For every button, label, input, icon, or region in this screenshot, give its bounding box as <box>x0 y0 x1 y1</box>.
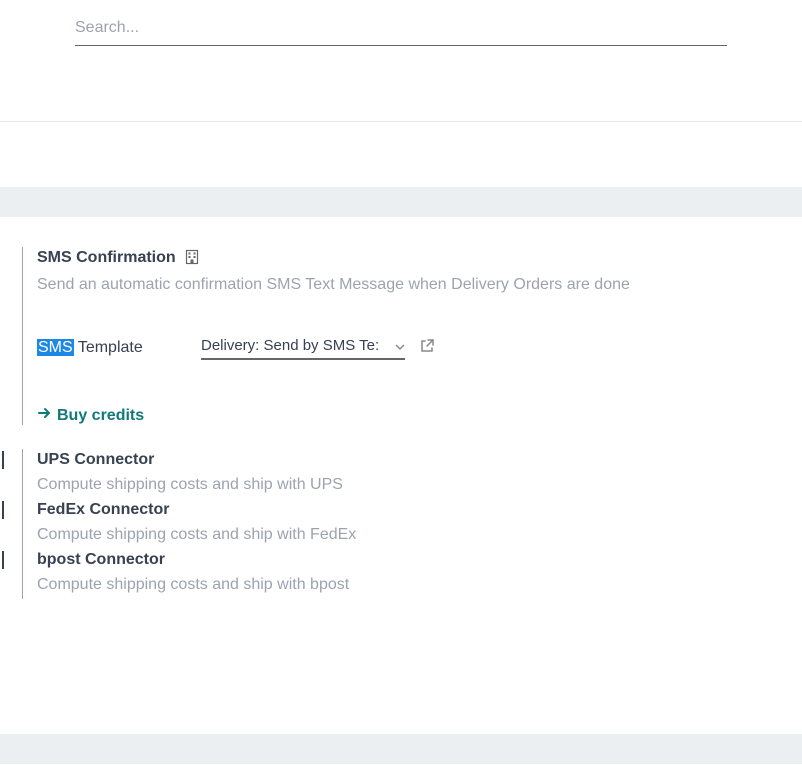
sms-template-label-text: Template <box>74 339 143 356</box>
sms-template-row: SMS Template Delivery: Send by SMS Te: <box>37 335 782 360</box>
active-indicator-bpost <box>2 551 4 569</box>
sms-template-value: Delivery: Send by SMS Te: <box>201 337 389 354</box>
setting-desc-sms: Send an automatic confirmation SMS Text … <box>37 273 782 297</box>
setting-title-ups: UPS Connector <box>37 451 154 468</box>
section-band <box>0 187 802 217</box>
active-indicator-fedex <box>2 501 4 519</box>
sms-template-select[interactable]: Delivery: Send by SMS Te: <box>201 335 405 360</box>
sms-template-label: SMS Template <box>37 339 201 357</box>
setting-title-fedex: FedEx Connector <box>37 501 169 518</box>
setting-fedex-connector: FedEx Connector Compute shipping costs a… <box>22 499 782 549</box>
buy-credits-label: Buy credits <box>57 407 144 425</box>
setting-desc-bpost: Compute shipping costs and ship with bpo… <box>37 573 782 597</box>
search-area <box>0 0 802 46</box>
building-icon <box>184 249 200 269</box>
caret-down-icon <box>395 337 405 354</box>
footer-band <box>0 734 802 764</box>
setting-desc-ups: Compute shipping costs and ship with UPS <box>37 473 782 497</box>
external-link-icon[interactable] <box>419 338 435 358</box>
sms-highlight: SMS <box>37 339 74 356</box>
arrow-right-icon <box>37 406 51 425</box>
buy-credits-link[interactable]: Buy credits <box>37 406 144 425</box>
settings-block: SMS Confirmation Send an automatic confi… <box>0 217 802 624</box>
setting-desc-fedex: Compute shipping costs and ship with Fed… <box>37 523 782 547</box>
search-input[interactable] <box>75 15 727 46</box>
setting-title-bpost: bpost Connector <box>37 551 165 568</box>
setting-sms-confirmation: SMS Confirmation Send an automatic confi… <box>22 247 782 425</box>
setting-ups-connector: UPS Connector Compute shipping costs and… <box>22 449 782 499</box>
separator <box>0 121 802 122</box>
setting-title-sms: SMS Confirmation <box>37 249 176 266</box>
active-indicator-ups <box>2 451 4 469</box>
setting-bpost-connector: bpost Connector Compute shipping costs a… <box>22 549 782 599</box>
